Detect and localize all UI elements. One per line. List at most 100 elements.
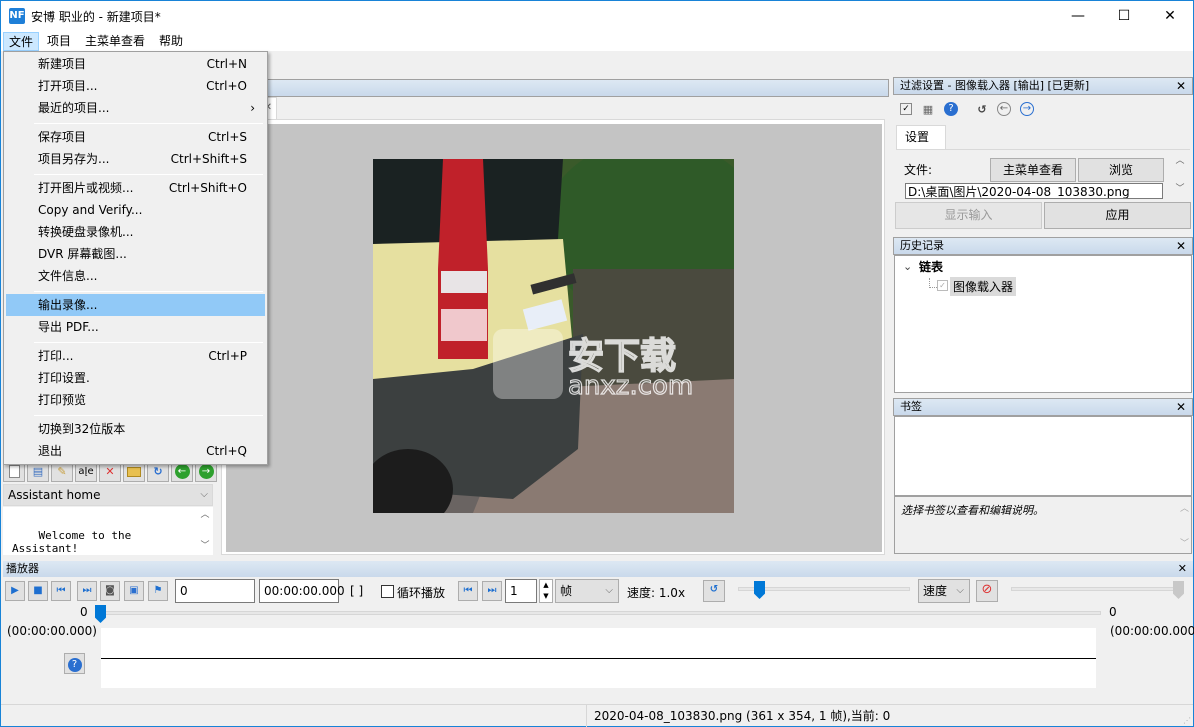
viewer-area: 安下载 anxz.com [221, 119, 885, 555]
snapshot-button[interactable]: ◙ [100, 581, 120, 601]
menu-item-label: 打印设置. [38, 371, 90, 385]
stop-button[interactable]: ■ [28, 581, 48, 601]
close-button[interactable]: ✕ [1147, 1, 1193, 31]
menu-file[interactable]: 文件 [3, 32, 40, 51]
menu-item-recent-projects[interactable]: 最近的项目... › [6, 97, 265, 119]
spin-down-icon[interactable]: ▼ [540, 591, 552, 602]
loop-checkbox[interactable] [381, 585, 394, 598]
file-path-input[interactable]: D:\桌面\图片\2020-04-08_103830.png [905, 183, 1163, 199]
menu-separator [34, 291, 263, 292]
frame-input[interactable]: 0 [175, 579, 255, 603]
scroll-down-icon[interactable]: ﹀ [1180, 536, 1189, 549]
last-frame-button[interactable]: ⏭ [77, 581, 97, 601]
assistant-select[interactable]: Assistant home ⌵ [3, 484, 213, 506]
step-back-button[interactable]: ⏮ [458, 581, 478, 601]
menu-item-open-media[interactable]: 打开图片或视频... Ctrl+Shift+O [6, 177, 265, 199]
watermark-logo-icon [493, 329, 563, 399]
menu-item-print-preview[interactable]: 打印预览 [6, 389, 265, 411]
show-input-button[interactable]: 显示输入 [895, 202, 1042, 229]
close-icon[interactable]: ✕ [1176, 238, 1186, 254]
volume-slider-thumb[interactable] [1173, 581, 1184, 599]
menu-separator [34, 342, 263, 343]
menu-item-open-project[interactable]: 打开项目... Ctrl+O [6, 75, 265, 97]
menu-item-print[interactable]: 打印... Ctrl+P [6, 345, 265, 367]
volume-slider-track[interactable] [1011, 587, 1181, 591]
marker-button[interactable]: ⚑ [148, 581, 168, 601]
menu-item-export-video[interactable]: 输出录像... [6, 294, 265, 316]
first-frame-button[interactable]: ⏮ [51, 581, 71, 601]
export-frame-button[interactable]: ▣ [124, 581, 144, 601]
scroll-up-icon[interactable]: ︿ [197, 509, 213, 522]
title-bar: NF 安博 职业的 - 新建项目* — ☐ ✕ [1, 1, 1193, 31]
speed-label: 速度: 1.0x [627, 586, 686, 600]
clipboard-icon[interactable]: ▦ [920, 102, 936, 118]
browse-button[interactable]: 浏览 [1078, 158, 1164, 182]
speed-select[interactable]: 速度 ⌵ [918, 579, 970, 603]
timeline-slider-thumb[interactable] [95, 605, 106, 623]
time-input[interactable]: 00:00:00.000 [259, 579, 345, 603]
menu-item-label: 打开图片或视频... [38, 181, 134, 195]
menu-item-exit[interactable]: 退出 Ctrl+Q [6, 440, 265, 462]
mute-audio-button[interactable]: ⊘ [976, 580, 998, 602]
menu-item-print-setup[interactable]: 打印设置. [6, 367, 265, 389]
menu-help[interactable]: 帮助 [154, 32, 188, 51]
arrow-right-icon[interactable]: → [1020, 102, 1034, 116]
reset-speed-button[interactable]: ↺ [703, 580, 725, 602]
player-help-button[interactable]: ? [64, 653, 85, 674]
arrow-left-icon[interactable]: ← [997, 102, 1011, 116]
chevron-down-icon[interactable]: ⌄ [903, 260, 912, 273]
menu-item-switch-32bit[interactable]: 切换到32位版本 [6, 418, 265, 440]
maximize-button[interactable]: ☐ [1101, 1, 1147, 31]
menu-item-new-project[interactable]: 新建项目 Ctrl+N [6, 53, 265, 75]
checkbox-icon[interactable]: ✓ [900, 103, 912, 115]
bookmark-description[interactable]: 选择书签以查看和编辑说明。 ︿ ﹀ [894, 496, 1192, 554]
menu-item-dvr-screenshot[interactable]: DVR 屏幕截图... [6, 243, 265, 265]
scroll-down-icon[interactable]: ﹀ [197, 540, 213, 553]
menu-item-copy-verify[interactable]: Copy and Verify... [6, 199, 265, 221]
menu-item-file-info[interactable]: 文件信息... [6, 265, 265, 287]
tree-child-item[interactable]: 图像载入器 [950, 277, 1017, 296]
minimize-button[interactable]: — [1055, 1, 1101, 31]
tree-root-item[interactable]: 链表 [919, 258, 943, 275]
scroll-up-icon[interactable]: ︿ [1180, 501, 1189, 514]
spin-up-icon[interactable]: ▲ [540, 580, 552, 591]
timeline-slider-track[interactable] [101, 611, 1101, 615]
close-icon[interactable]: ✕ [1176, 399, 1186, 415]
menu-item-label: Copy and Verify... [38, 203, 143, 217]
menu-item-convert-dvr[interactable]: 转换硬盘录像机... [6, 221, 265, 243]
timeline-area[interactable] [101, 628, 1096, 688]
play-button[interactable]: ▶ [5, 581, 25, 601]
menu-item-save-project-as[interactable]: 项目另存为... Ctrl+Shift+S [6, 148, 265, 170]
loaded-image[interactable]: 安下载 anxz.com [373, 159, 734, 513]
menu-item-save-project[interactable]: 保存项目 Ctrl+S [6, 126, 265, 148]
menu-item-label: 新建项目 [38, 57, 87, 71]
reset-icon[interactable]: ↺ [974, 102, 990, 118]
unit-select[interactable]: 帧 ⌵ [555, 579, 619, 603]
window-title: 安博 职业的 - 新建项目* [31, 10, 161, 24]
speed-select-value: 速度 [923, 584, 948, 598]
close-icon[interactable]: ✕ [1178, 561, 1187, 577]
menu-item-label: 切换到32位版本 [38, 422, 126, 436]
tab-settings[interactable]: 设置 [896, 125, 946, 149]
menu-item-label: 文件信息... [38, 269, 98, 283]
start-frame-label: 0 [80, 605, 88, 619]
step-input[interactable]: 1 [505, 579, 537, 603]
file-menu-dropdown: 新建项目 Ctrl+N 打开项目... Ctrl+O 最近的项目... › 保存项目 C… [3, 51, 268, 465]
resize-grip-icon[interactable]: ⋰ [1183, 716, 1191, 725]
close-icon[interactable]: ✕ [1176, 78, 1186, 94]
checkbox-icon[interactable]: ✓ [937, 280, 948, 291]
menu-project[interactable]: 项目 [42, 32, 76, 51]
viewer-canvas[interactable]: 安下载 anxz.com [226, 124, 882, 552]
main-menu-view-button[interactable]: 主菜单查看 [990, 158, 1076, 182]
speed-slider-thumb[interactable] [754, 581, 765, 599]
scroll-up-icon[interactable]: ︿ [1173, 153, 1187, 166]
step-forward-button[interactable]: ⏭ [482, 581, 502, 601]
assistant-scrollbar[interactable]: ︿ ﹀ [197, 507, 213, 555]
menu-item-export-pdf[interactable]: 导出 PDF... [6, 316, 265, 338]
apply-button[interactable]: 应用 [1044, 202, 1191, 229]
scroll-down-icon[interactable]: ﹀ [1173, 181, 1187, 194]
step-spinner[interactable]: ▲ ▼ [539, 579, 553, 603]
help-icon[interactable]: ? [944, 102, 958, 116]
menu-main-view[interactable]: 主菜单查看 [80, 32, 150, 51]
bookmark-list[interactable] [894, 416, 1192, 496]
